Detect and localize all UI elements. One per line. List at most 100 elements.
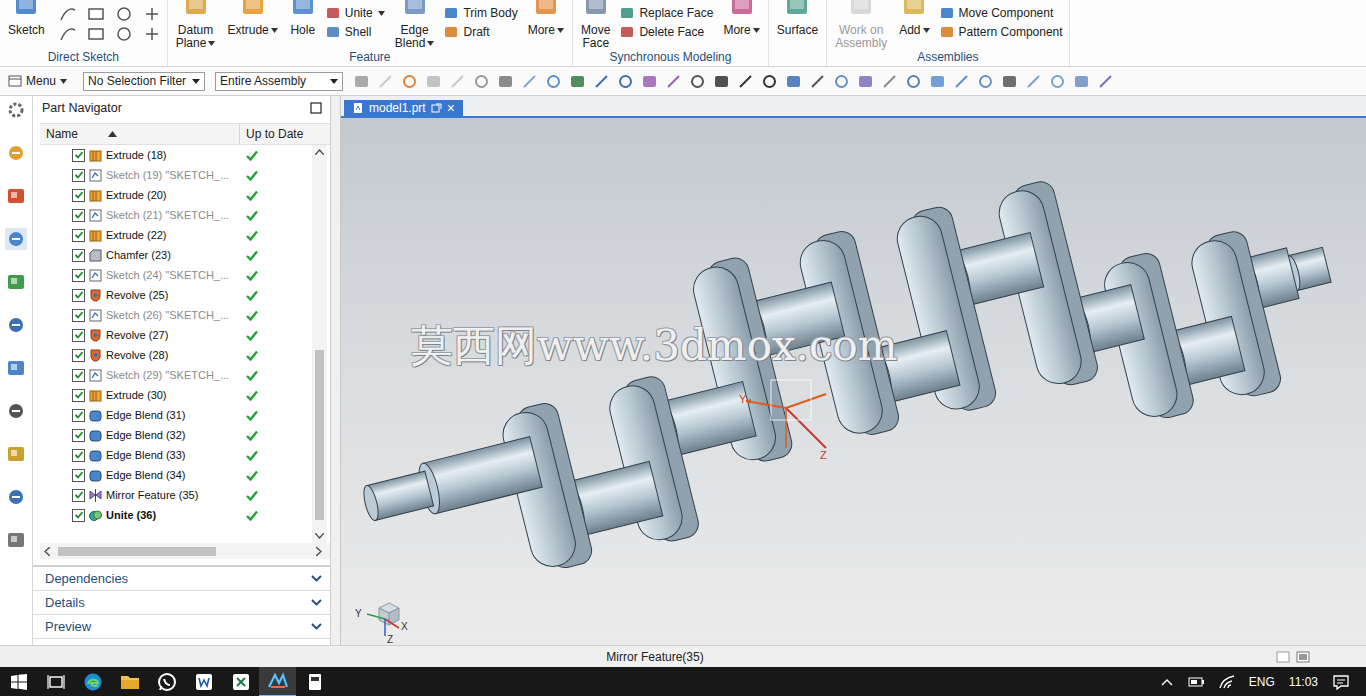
toolbar-tool-icon[interactable] <box>1049 73 1066 90</box>
feature-row[interactable]: Sketch (24) "SKETCH_... <box>40 265 312 285</box>
visibility-checkbox[interactable] <box>72 449 85 462</box>
column-header[interactable]: Name <box>40 124 240 144</box>
ribbon-small-button[interactable]: Replace Face <box>620 6 713 20</box>
ribbon-button[interactable]: Add <box>897 0 931 37</box>
toolbar-tool-icon[interactable] <box>449 73 466 90</box>
notification-icon[interactable] <box>1332 674 1350 690</box>
feature-row[interactable]: Revolve (25) <box>40 285 312 305</box>
feature-row[interactable]: Edge Blend (32) <box>40 425 312 445</box>
toolbar-tool-icon[interactable] <box>833 73 850 90</box>
vertical-scrollbar[interactable] <box>312 145 327 543</box>
resource-tab-icon[interactable] <box>5 314 27 336</box>
visibility-checkbox[interactable] <box>72 329 85 342</box>
sketch-tool-icon[interactable] <box>115 6 133 22</box>
ribbon-small-button[interactable]: Pattern Component <box>940 25 1063 39</box>
visibility-checkbox[interactable] <box>72 229 85 242</box>
feature-row[interactable]: Revolve (28) <box>40 345 312 365</box>
resource-tab-icon[interactable] <box>5 486 27 508</box>
document-tab[interactable]: model1.prt × <box>344 100 463 116</box>
sketch-tool-icon[interactable] <box>87 26 105 42</box>
ribbon-small-button[interactable]: Trim Body <box>444 6 517 20</box>
toolbar-tool-icon[interactable] <box>353 73 370 90</box>
ribbon-button[interactable]: MoveFace <box>579 0 612 50</box>
resource-tab-icon[interactable] <box>5 99 27 121</box>
toolbar-tool-icon[interactable] <box>929 73 946 90</box>
toolbar-tool-icon[interactable] <box>737 73 754 90</box>
resource-tab-icon[interactable] <box>5 185 27 207</box>
visibility-checkbox[interactable] <box>72 349 85 362</box>
task-view-button[interactable] <box>37 667 74 696</box>
ribbon-small-button[interactable]: Delete Face <box>620 25 713 39</box>
wifi-icon[interactable] <box>1219 675 1235 689</box>
language-indicator[interactable]: ENG <box>1249 675 1275 689</box>
resource-tab-icon[interactable] <box>5 142 27 164</box>
visibility-checkbox[interactable] <box>72 469 85 482</box>
ribbon-small-button[interactable]: Shell <box>326 25 385 39</box>
toolbar-tool-icon[interactable] <box>977 73 994 90</box>
toolbar-tool-icon[interactable] <box>401 73 418 90</box>
toolbar-tool-icon[interactable] <box>1097 73 1114 90</box>
visibility-checkbox[interactable] <box>72 289 85 302</box>
status-icon[interactable] <box>1276 651 1290 663</box>
toolbar-tool-icon[interactable] <box>1073 73 1090 90</box>
ribbon-button[interactable]: EdgeBlend <box>393 0 437 50</box>
toolbar-tool-icon[interactable] <box>569 73 586 90</box>
toolbar-tool-icon[interactable] <box>617 73 634 90</box>
resource-tab-icon[interactable] <box>5 443 27 465</box>
app[interactable] <box>296 667 333 696</box>
sketch-tool-icon[interactable] <box>115 26 133 42</box>
close-tab-button[interactable]: × <box>447 101 455 115</box>
battery-icon[interactable] <box>1187 676 1205 688</box>
toolbar-tool-icon[interactable] <box>473 73 490 90</box>
sketch-tool-icon[interactable] <box>59 26 77 42</box>
visibility-checkbox[interactable] <box>72 429 85 442</box>
feature-row[interactable]: Sketch (29) "SKETCH_... <box>40 365 312 385</box>
file-explorer-app[interactable] <box>111 667 148 696</box>
toolbar-tool-icon[interactable] <box>665 73 682 90</box>
toolbar-tool-icon[interactable] <box>881 73 898 90</box>
visibility-checkbox[interactable] <box>72 509 85 522</box>
toolbar-tool-icon[interactable] <box>809 73 826 90</box>
sketch-tool-icon[interactable] <box>143 26 161 42</box>
feature-row[interactable]: Mirror Feature (35) <box>40 485 312 505</box>
visibility-checkbox[interactable] <box>72 189 85 202</box>
ribbon-button[interactable]: Extrude <box>225 0 279 37</box>
visibility-checkbox[interactable] <box>72 309 85 322</box>
clock[interactable]: 11:03 <box>1289 675 1318 689</box>
ribbon-button[interactable]: More <box>721 0 761 37</box>
scroll-up-icon[interactable] <box>315 149 324 155</box>
scroll-left-icon[interactable] <box>44 547 50 556</box>
toolbar-tool-icon[interactable] <box>953 73 970 90</box>
visibility-checkbox[interactable] <box>72 149 85 162</box>
feature-row[interactable]: Sketch (19) "SKETCH_... <box>40 165 312 185</box>
scroll-down-icon[interactable] <box>315 533 324 539</box>
collapsible-section[interactable]: Preview <box>33 615 330 639</box>
word-app[interactable] <box>185 667 222 696</box>
splitter[interactable] <box>331 96 341 645</box>
toolbar-tool-icon[interactable] <box>593 73 610 90</box>
toolbar-tool-icon[interactable] <box>641 73 658 90</box>
selection-filter-dropdown[interactable]: No Selection Filter <box>83 72 205 91</box>
undock-icon[interactable] <box>431 103 442 114</box>
sketch-tool-icon[interactable] <box>143 6 161 22</box>
toolbar-tool-icon[interactable] <box>905 73 922 90</box>
toolbar-tool-icon[interactable] <box>377 73 394 90</box>
ribbon-small-button[interactable]: Move Component <box>940 6 1063 20</box>
toolbar-tool-icon[interactable] <box>1025 73 1042 90</box>
feature-row[interactable]: Edge Blend (31) <box>40 405 312 425</box>
scope-dropdown[interactable]: Entire Assembly <box>215 72 343 91</box>
resource-tab-icon[interactable] <box>5 271 27 293</box>
toolbar-tool-icon[interactable] <box>689 73 706 90</box>
visibility-checkbox[interactable] <box>72 249 85 262</box>
column-header[interactable]: Up to Date <box>240 124 314 144</box>
visibility-checkbox[interactable] <box>72 269 85 282</box>
collapsible-section[interactable]: Details <box>33 591 330 615</box>
edge-app[interactable] <box>74 667 111 696</box>
ribbon-small-button[interactable]: Draft <box>444 25 517 39</box>
toolbar-tool-icon[interactable] <box>425 73 442 90</box>
whatsapp-app[interactable] <box>148 667 185 696</box>
horizontal-scrollbar[interactable] <box>40 543 330 559</box>
toolbar-tool-icon[interactable] <box>761 73 778 90</box>
feature-row[interactable]: Revolve (27) <box>40 325 312 345</box>
visibility-checkbox[interactable] <box>72 389 85 402</box>
